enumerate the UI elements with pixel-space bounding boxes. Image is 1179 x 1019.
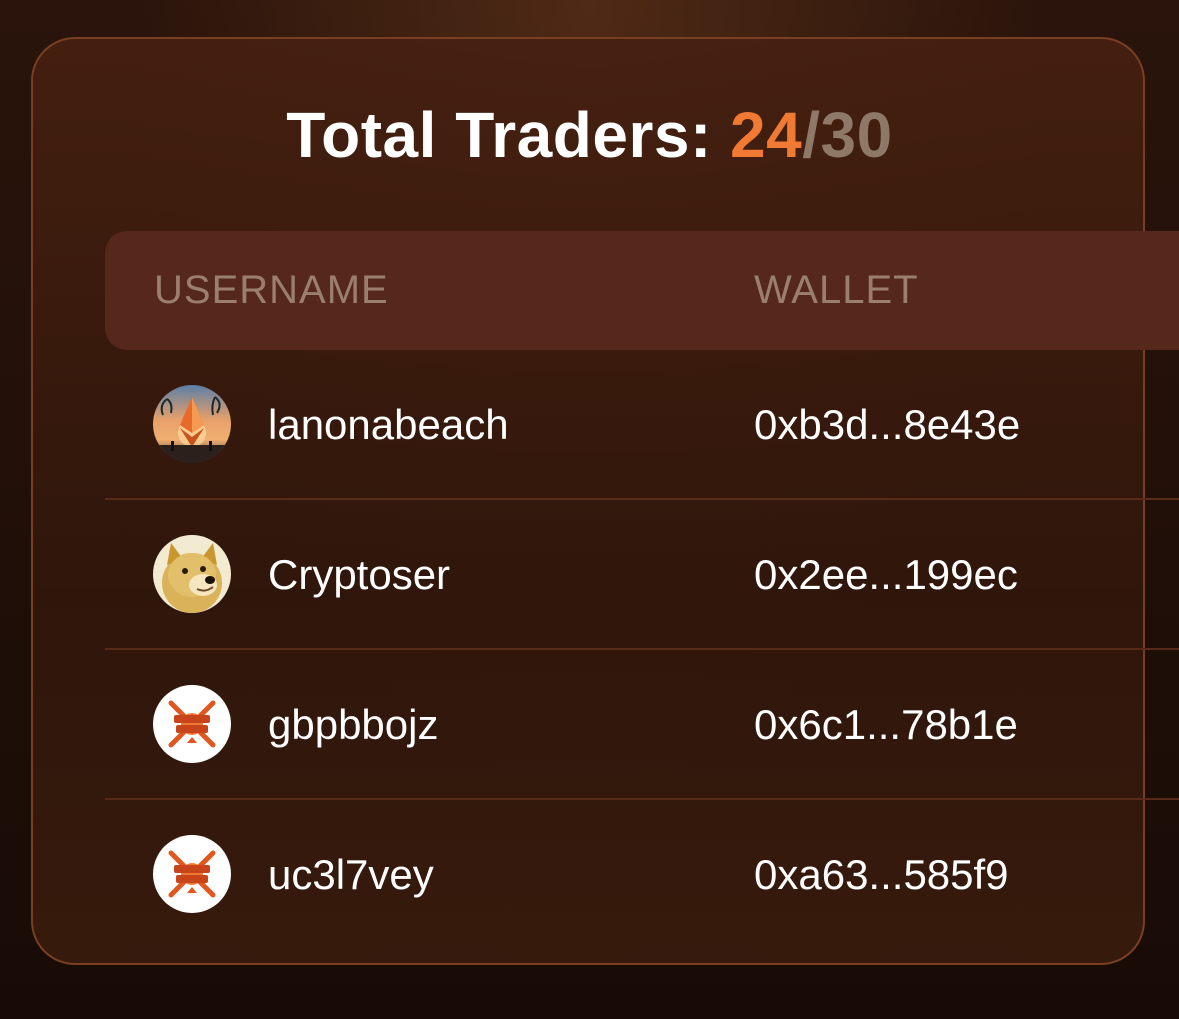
username: gbpbbojz — [268, 701, 439, 748]
wallet-address: 0x2ee...199ec — [754, 551, 1018, 598]
on-chain-battles-avatar — [153, 685, 231, 763]
username: uc3l7vey — [268, 851, 434, 898]
on-chain-battles-avatar — [153, 835, 231, 913]
title-slash: / — [802, 99, 821, 171]
table-row[interactable]: uc3l7vey 0xa63...585f9 — [105, 800, 1179, 950]
ethereum-beach-avatar — [153, 385, 231, 463]
page-title: Total Traders: 24/30 — [0, 95, 1179, 175]
table-row[interactable]: lanonabeach 0xb3d...8e43e — [105, 350, 1179, 500]
wallet-address: 0xa63...585f9 — [754, 851, 1009, 898]
trader-count: 24 — [730, 99, 803, 171]
table-header: USERNAME WALLET — [105, 231, 1179, 350]
trader-max: 30 — [820, 99, 893, 171]
doge-avatar — [153, 535, 231, 613]
username: lanonabeach — [268, 401, 509, 448]
table-row[interactable]: Cryptoser 0x2ee...199ec — [105, 500, 1179, 650]
title-label: Total Traders: — [286, 99, 731, 171]
wallet-address: 0x6c1...78b1e — [754, 701, 1018, 748]
column-header-wallet: WALLET — [754, 268, 919, 312]
column-header-username: USERNAME — [154, 268, 389, 312]
username: Cryptoser — [268, 551, 451, 598]
wallet-address: 0xb3d...8e43e — [754, 401, 1021, 448]
table-row[interactable]: gbpbbojz 0x6c1...78b1e — [105, 650, 1179, 800]
